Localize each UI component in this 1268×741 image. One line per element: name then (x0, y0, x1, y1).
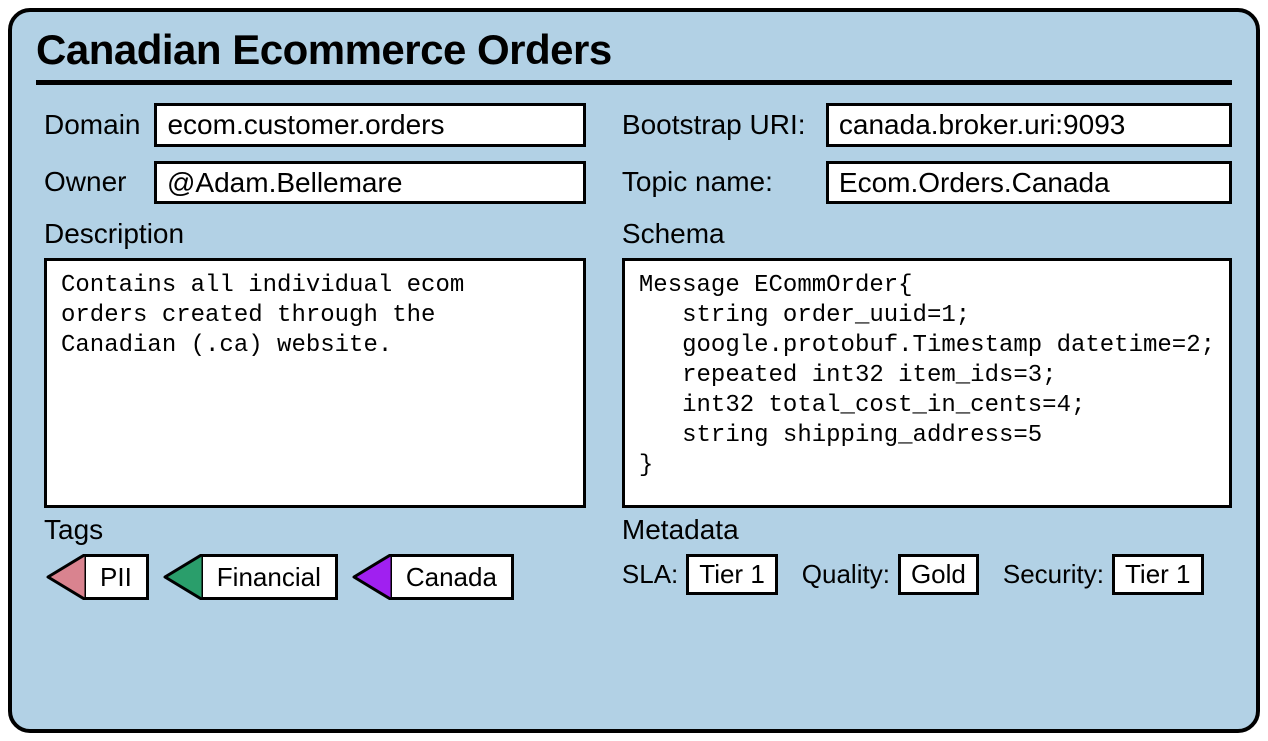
tag-arrow-icon (350, 554, 392, 600)
right-column: Bootstrap URI: canada.broker.uri:9093 To… (622, 103, 1232, 600)
left-column: Domain ecom.customer.orders Owner @Adam.… (44, 103, 586, 600)
description-label: Description (44, 218, 586, 250)
tag-label: Financial (203, 554, 338, 600)
bootstrap-value: canada.broker.uri:9093 (826, 103, 1232, 147)
metadata-row: SLA: Tier 1 Quality: Gold Security: Tier… (622, 554, 1232, 595)
owner-label: Owner (44, 166, 140, 198)
schema-label: Schema (622, 218, 1232, 250)
topic-row: Topic name: Ecom.Orders.Canada (622, 161, 1232, 205)
divider (36, 80, 1232, 85)
tag-arrow-icon (161, 554, 203, 600)
domain-label: Domain (44, 109, 140, 141)
tag-financial: Financial (161, 554, 338, 600)
domain-value: ecom.customer.orders (154, 103, 585, 147)
security-label: Security: (1003, 559, 1104, 590)
tags-row: PII Financial Canada (44, 554, 586, 600)
metadata-quality: Quality: Gold (802, 554, 979, 595)
metadata-security: Security: Tier 1 (1003, 554, 1204, 595)
owner-value: @Adam.Bellemare (154, 161, 586, 205)
quality-label: Quality: (802, 559, 890, 590)
sla-value: Tier 1 (686, 554, 778, 595)
tag-pii: PII (44, 554, 149, 600)
bootstrap-row: Bootstrap URI: canada.broker.uri:9093 (622, 103, 1232, 147)
description-value: Contains all individual ecom orders crea… (44, 258, 586, 508)
columns: Domain ecom.customer.orders Owner @Adam.… (36, 103, 1232, 600)
security-value: Tier 1 (1112, 554, 1204, 595)
tag-canada: Canada (350, 554, 514, 600)
quality-value: Gold (898, 554, 979, 595)
schema-value: Message ECommOrder{ string order_uuid=1;… (622, 258, 1232, 508)
metadata-sla: SLA: Tier 1 (622, 554, 778, 595)
tag-label: PII (86, 554, 149, 600)
card-title: Canadian Ecommerce Orders (36, 26, 1232, 80)
owner-row: Owner @Adam.Bellemare (44, 161, 586, 205)
tag-label: Canada (392, 554, 514, 600)
sla-label: SLA: (622, 559, 678, 590)
metadata-label: Metadata (622, 514, 1232, 546)
topic-label: Topic name: (622, 166, 812, 198)
tag-arrow-icon (44, 554, 86, 600)
data-product-card: Canadian Ecommerce Orders Domain ecom.cu… (8, 8, 1260, 733)
bootstrap-label: Bootstrap URI: (622, 109, 812, 141)
domain-row: Domain ecom.customer.orders (44, 103, 586, 147)
tags-label: Tags (44, 514, 586, 546)
topic-value: Ecom.Orders.Canada (826, 161, 1232, 205)
